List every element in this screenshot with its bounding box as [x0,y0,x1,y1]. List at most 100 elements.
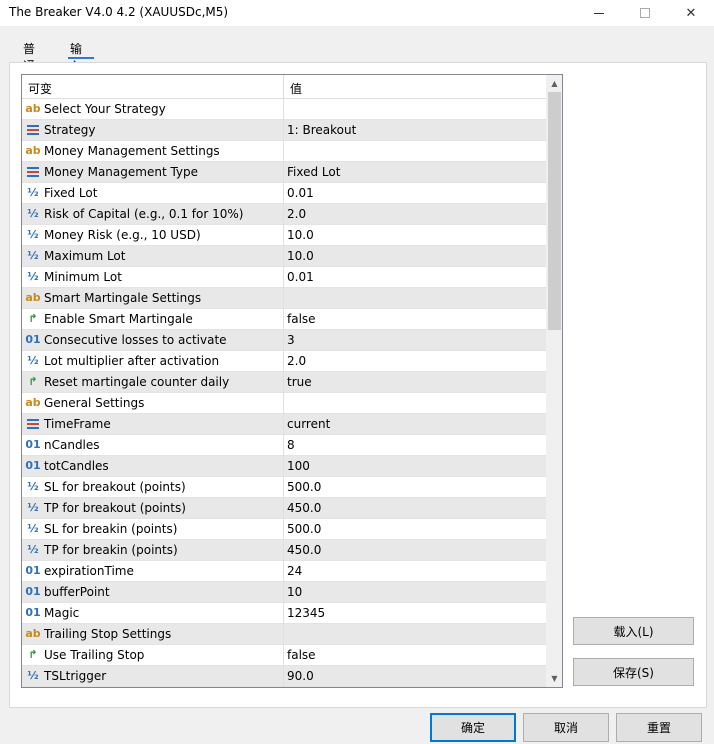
double-param-icon: ½ [27,501,39,514]
enum-param-icon [25,417,41,431]
double-param-icon: ½ [27,543,39,556]
table-row[interactable]: ab Smart Martingale Settings [22,288,546,309]
table-row[interactable]: ab Trailing Stop Settings [22,624,546,645]
string-param-icon: ab [25,144,41,157]
string-param-icon: ab [25,627,41,640]
param-name: Money Risk (e.g., 10 USD) [44,228,201,242]
table-row[interactable]: ½ SL for breakin (points) 500.0 [22,519,546,540]
reset-button[interactable]: 重置 [616,713,702,742]
table-row[interactable]: 01 bufferPoint 10 [22,582,546,603]
param-value[interactable]: 450.0 [287,501,321,515]
param-name: Consecutive losses to activate [44,333,227,347]
active-tab-indicator [68,57,94,59]
close-button[interactable]: ✕ [668,0,714,26]
table-row[interactable]: 01 Consecutive losses to activate 3 [22,330,546,351]
cell-divider [283,204,284,225]
table-row[interactable]: ½ Risk of Capital (e.g., 0.1 for 10%) 2.0 [22,204,546,225]
minimize-button[interactable] [576,0,622,26]
table-row[interactable]: ½ Fixed Lot 0.01 [22,183,546,204]
table-row[interactable]: ½ Lot multiplier after activation 2.0 [22,351,546,372]
param-value[interactable]: 2.0 [287,207,306,221]
param-name: Trailing Stop Settings [44,627,172,641]
table-row[interactable]: 01 totCandles 100 [22,456,546,477]
cell-divider [283,561,284,582]
table-row[interactable]: ½ TSLtrigger 90.0 [22,666,546,687]
table-row[interactable]: ↱ Enable Smart Martingale false [22,309,546,330]
param-value[interactable]: 450.0 [287,543,321,557]
ok-button[interactable]: 确定 [430,713,516,742]
param-name: bufferPoint [44,585,110,599]
table-row[interactable]: 01 nCandles 8 [22,435,546,456]
param-name: SL for breakin (points) [44,522,178,536]
table-row[interactable]: Money Management Type Fixed Lot [22,162,546,183]
close-icon: ✕ [685,5,697,21]
cell-divider [283,540,284,561]
table-row[interactable]: Strategy 1: Breakout [22,120,546,141]
load-button[interactable]: 载入(L) [573,617,694,645]
param-value[interactable]: current [287,417,330,431]
param-name: nCandles [44,438,100,452]
param-value[interactable]: 90.0 [287,669,314,683]
table-row[interactable]: ½ Money Risk (e.g., 10 USD) 10.0 [22,225,546,246]
double-param-icon: ½ [27,669,39,682]
cell-divider [283,435,284,456]
scroll-up-arrow-icon[interactable]: ▲ [546,75,562,92]
param-name: Fixed Lot [44,186,98,200]
param-value[interactable]: 500.0 [287,522,321,536]
grid-rows: ab Select Your Strategy Strategy 1: Breakou… [22,99,546,687]
param-value[interactable]: 10.0 [287,249,314,263]
cell-divider [283,267,284,288]
param-value[interactable]: 10 [287,585,302,599]
table-row[interactable]: ab General Settings [22,393,546,414]
table-row[interactable]: ↱ Reset martingale counter daily true [22,372,546,393]
inputs-grid: 可变 值 ab Select Your Strategy Strategy 1: Br… [21,74,563,688]
param-value[interactable]: 500.0 [287,480,321,494]
double-param-icon: ½ [27,207,39,220]
bool-param-icon: ↱ [28,312,38,325]
param-value[interactable]: true [287,375,312,389]
save-button[interactable]: 保存(S) [573,658,694,686]
vertical-scrollbar[interactable]: ▲ ▼ [546,75,562,687]
param-value[interactable]: false [287,312,316,326]
column-header-variable[interactable]: 可变 [28,80,52,97]
scroll-thumb[interactable] [548,92,561,330]
param-name: Magic [44,606,80,620]
table-row[interactable]: ↱ Use Trailing Stop false [22,645,546,666]
param-value[interactable]: 1: Breakout [287,123,356,137]
cell-divider [283,141,284,162]
param-value[interactable]: 2.0 [287,354,306,368]
param-value[interactable]: 100 [287,459,310,473]
param-value[interactable]: 12345 [287,606,325,620]
param-value[interactable]: 8 [287,438,295,452]
param-value[interactable]: 0.01 [287,270,314,284]
column-header-value[interactable]: 值 [290,80,302,97]
table-row[interactable]: ½ SL for breakout (points) 500.0 [22,477,546,498]
table-row[interactable]: ab Money Management Settings [22,141,546,162]
param-value[interactable]: 24 [287,564,302,578]
param-value[interactable]: false [287,648,316,662]
table-row[interactable]: 01 Magic 12345 [22,603,546,624]
window-title: The Breaker V4.0 4.2 (XAUUSDc,M5) [9,5,229,19]
table-row[interactable]: ½ Minimum Lot 0.01 [22,267,546,288]
table-row[interactable]: 01 expirationTime 24 [22,561,546,582]
table-row[interactable]: ½ TP for breakin (points) 450.0 [22,540,546,561]
double-param-icon: ½ [27,270,39,283]
param-value[interactable]: Fixed Lot [287,165,340,179]
table-row[interactable]: ½ TP for breakout (points) 450.0 [22,498,546,519]
table-row[interactable]: TimeFrame current [22,414,546,435]
cell-divider [283,372,284,393]
param-value[interactable]: 3 [287,333,295,347]
param-value[interactable]: 10.0 [287,228,314,242]
param-name: Minimum Lot [44,270,122,284]
param-name: TP for breakin (points) [44,543,178,557]
maximize-button[interactable] [622,0,668,26]
scroll-down-arrow-icon[interactable]: ▼ [546,670,562,687]
cancel-button[interactable]: 取消 [523,713,609,742]
column-divider[interactable] [283,75,284,99]
param-name: General Settings [44,396,145,410]
param-value[interactable]: 0.01 [287,186,314,200]
table-row[interactable]: ab Select Your Strategy [22,99,546,120]
param-name: SL for breakout (points) [44,480,186,494]
param-name: Maximum Lot [44,249,126,263]
table-row[interactable]: ½ Maximum Lot 10.0 [22,246,546,267]
